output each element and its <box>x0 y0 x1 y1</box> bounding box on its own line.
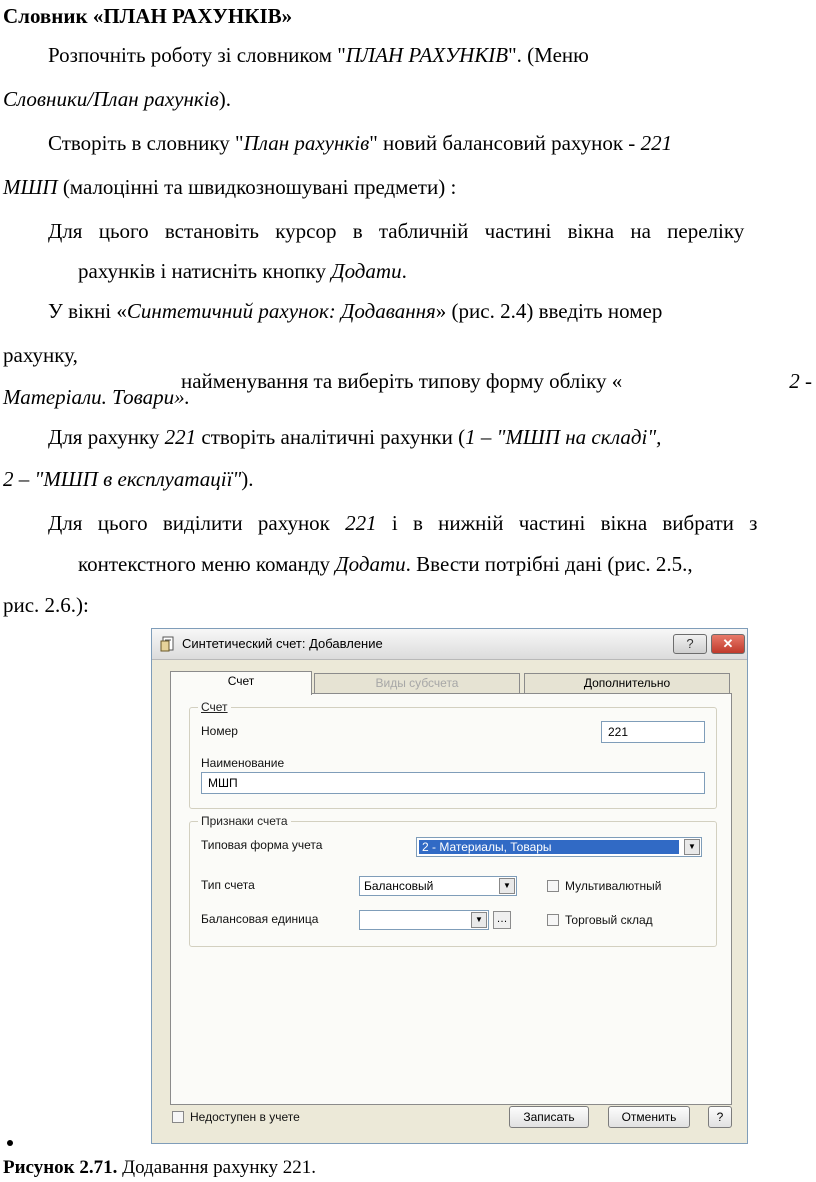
paragraph-5-line-1: Для рахунку 221 створіть аналітичні раху… <box>48 425 662 449</box>
save-button[interactable]: Записать <box>509 1106 589 1128</box>
dialog-titlebar: Синтетический счет: Добавление ? ✕ <box>152 629 747 660</box>
number-label: Номер <box>201 724 238 738</box>
paragraph-6-line-2: контекстного меню команду Додати. Ввести… <box>78 552 693 576</box>
close-button[interactable]: ✕ <box>711 634 745 654</box>
unavailable-checkbox[interactable] <box>172 1111 184 1123</box>
paragraph-4-line-1: У вікні «Синтетичний рахунок: Додавання»… <box>48 299 663 323</box>
number-field[interactable]: 221 <box>601 721 705 743</box>
unit-select[interactable]: ▼ <box>359 910 489 930</box>
paragraph-2-line-1: Створіть в словнику "План рахунків" нови… <box>48 131 673 155</box>
tab-panel: Счет Номер 221 Наименование МШП Признаки… <box>170 693 732 1105</box>
paragraph-3-line-2: рахунків і натисніть кнопку Додати. <box>78 259 407 283</box>
paragraph-3-line-1: Для цього встановіть курсор в табличній … <box>48 219 745 243</box>
chevron-down-icon[interactable]: ▼ <box>499 878 515 894</box>
group-account-label: Счет <box>198 700 231 714</box>
multicurrency-checkbox[interactable] <box>547 880 559 892</box>
paragraph-6-line-3: рис. 2.6.): <box>3 593 89 617</box>
document-heading: Словник «ПЛАН РАХУНКІВ» <box>3 4 293 28</box>
unit-label: Балансовая единица <box>201 912 319 926</box>
dialog-title: Синтетический счет: Добавление <box>182 636 383 651</box>
document-icon <box>160 636 174 652</box>
paragraph-5-line-2: 2 – "МШП в експлуатації"). <box>3 467 254 491</box>
type-label: Тип счета <box>201 878 255 892</box>
chevron-down-icon[interactable]: ▼ <box>684 839 700 855</box>
chevron-down-icon[interactable]: ▼ <box>471 912 487 928</box>
paragraph-4-line-3: Матеріали. Товари». <box>3 385 190 409</box>
tab-subaccount-types[interactable]: Виды субсчета <box>314 673 520 693</box>
form-select-value: 2 - Материалы, Товары <box>419 840 679 854</box>
name-field[interactable]: МШП <box>201 772 705 794</box>
tab-additional[interactable]: Дополнительно <box>524 673 730 693</box>
paragraph-1-line-2: Словники/План рахунків). <box>3 87 231 111</box>
figure-caption: Рисунок 2.71. Додавання рахунку 221. <box>3 1157 316 1178</box>
paragraph-2-line-2: МШП (малоцінні та швидкозношувані предме… <box>3 175 457 199</box>
type-select-value: Балансовый <box>364 879 434 893</box>
form-select[interactable]: 2 - Материалы, Товары ▼ <box>416 837 702 857</box>
type-select[interactable]: Балансовый ▼ <box>359 876 517 896</box>
paragraph-4-line-2: рахунку, найменування та виберіть типову… <box>3 343 812 393</box>
group-attributes-label: Признаки счета <box>198 814 291 828</box>
unavailable-label: Недоступен в учете <box>190 1110 300 1124</box>
multicurrency-label: Мультивалютный <box>565 879 662 893</box>
help-button[interactable]: ? <box>673 634 707 654</box>
form-label: Типовая форма учета <box>201 838 323 852</box>
unit-browse-button[interactable]: … <box>493 911 511 929</box>
tab-account[interactable]: Счет <box>170 671 312 695</box>
tab-strip: Счет Виды субсчета Дополнительно <box>170 671 732 695</box>
paragraph-1-line-1: Розпочніть роботу зі словником "ПЛАН РАХ… <box>48 43 589 67</box>
name-label: Наименование <box>201 756 285 770</box>
dialog-window: Синтетический счет: Добавление ? ✕ Счет … <box>151 628 748 1144</box>
cancel-button[interactable]: Отменить <box>608 1106 690 1128</box>
list-bullet <box>7 1140 13 1146</box>
warehouse-label: Торговый склад <box>565 913 653 927</box>
paragraph-6-line-1: Для цього виділити рахунок 221 і в нижні… <box>48 511 758 535</box>
warehouse-checkbox[interactable] <box>547 914 559 926</box>
dialog-help-button[interactable]: ? <box>708 1106 732 1128</box>
